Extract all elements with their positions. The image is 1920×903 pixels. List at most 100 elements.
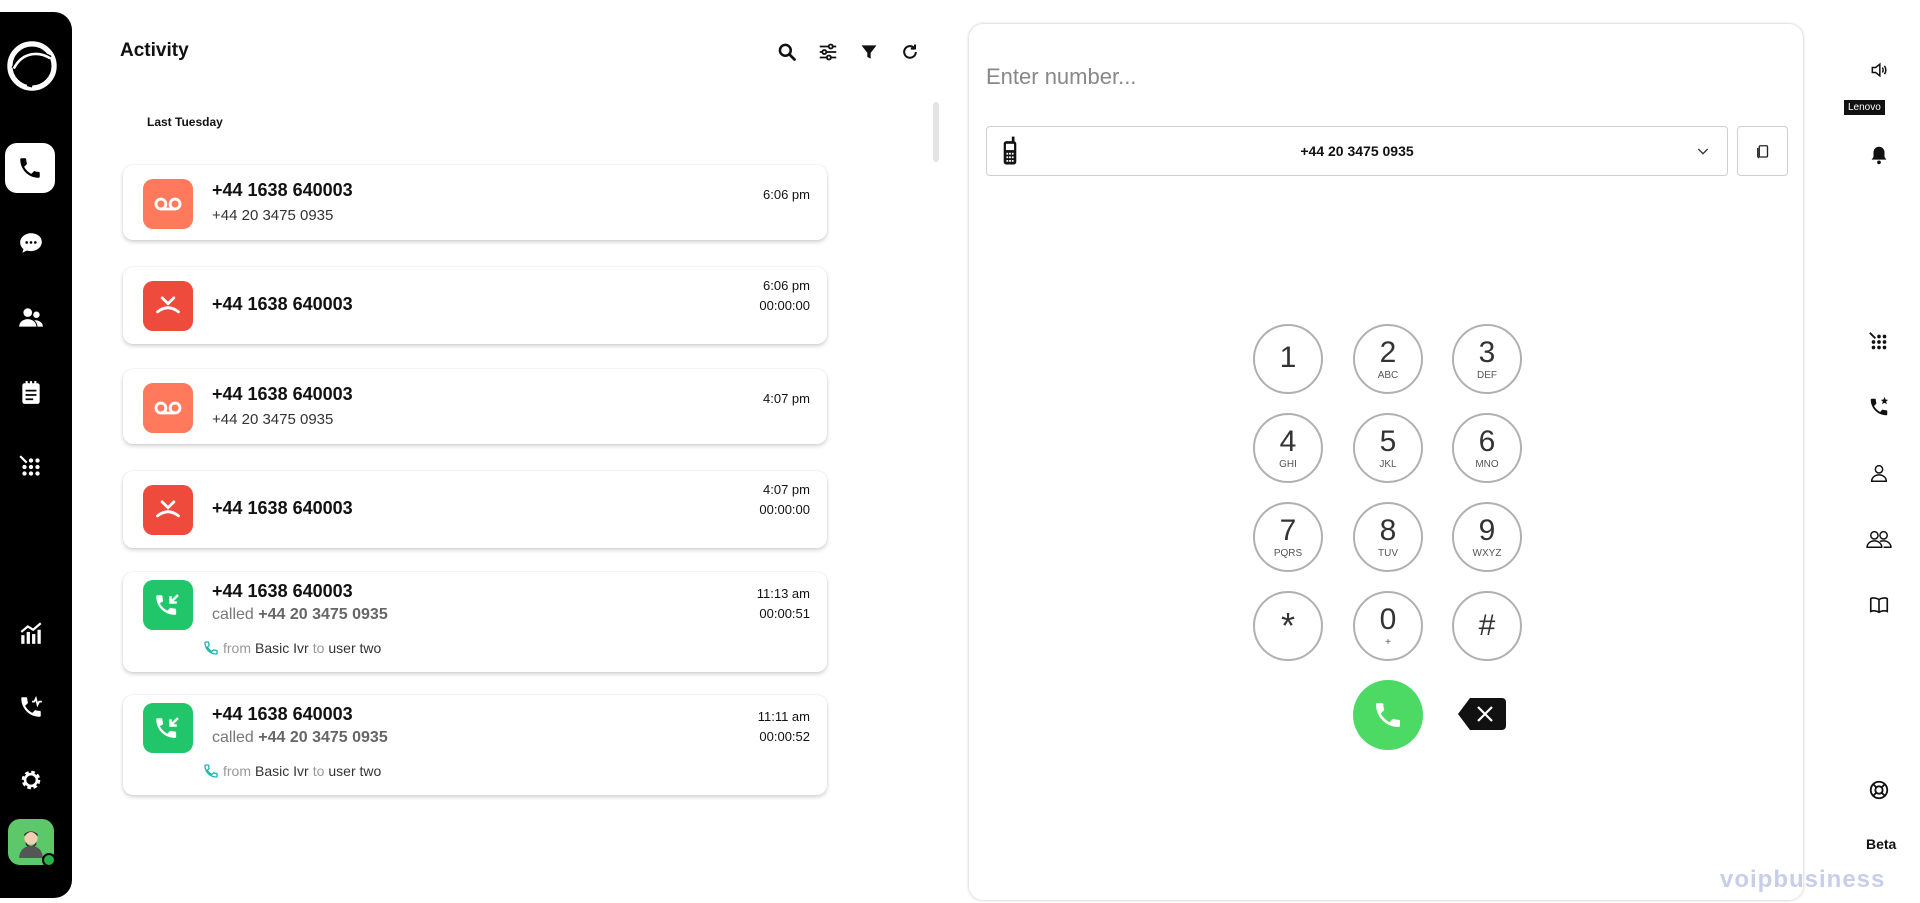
call-route-icon — [204, 764, 218, 778]
help-lifebuoy-icon[interactable] — [1866, 777, 1892, 803]
voicemail-icon — [143, 383, 193, 433]
call-time: 6:06 pm — [763, 278, 810, 293]
call-route-icon — [204, 641, 218, 655]
to-target: user two — [328, 640, 382, 656]
favorite-call-icon[interactable] — [1866, 394, 1892, 420]
to-target: user two — [328, 763, 382, 779]
key-3[interactable]: 3 DEF — [1452, 324, 1522, 394]
caller-id-select[interactable]: +44 20 3475 0935 — [986, 126, 1728, 176]
call-meta: 4:07 pm 00:00:00 — [759, 480, 810, 520]
speaker-icon[interactable] — [1866, 57, 1892, 83]
called-number: +44 20 3475 0935 — [258, 606, 388, 623]
call-time: 11:11 am — [757, 709, 810, 724]
nav-calls-icon[interactable] — [5, 143, 55, 193]
from-source: Basic Ivr — [255, 763, 309, 779]
call-duration: 00:00:51 — [759, 606, 810, 621]
to-label: to — [312, 640, 325, 656]
key-0[interactable]: 0 + — [1353, 591, 1423, 661]
filter-icon[interactable] — [857, 40, 881, 64]
key-4[interactable]: 4 GHI — [1253, 413, 1323, 483]
book-icon[interactable] — [1866, 592, 1892, 618]
call-log-item[interactable]: +44 1638 640003 +44 20 3475 0935 6:06 pm — [123, 165, 827, 240]
call-time: 4:07 pm — [763, 482, 810, 497]
right-rail: Lenovo Beta — [1830, 0, 1920, 903]
backspace-icon — [1458, 698, 1506, 730]
bell-icon[interactable] — [1866, 142, 1892, 168]
caller-number: +44 1638 640003 — [212, 704, 353, 724]
key-5[interactable]: 5 JKL — [1353, 413, 1423, 483]
number-input[interactable] — [986, 64, 1766, 90]
key-9[interactable]: 9 WXYZ — [1452, 502, 1522, 572]
key-8[interactable]: 8 TUV — [1353, 502, 1423, 572]
call-log-item[interactable]: +44 1638 640003 called +44 20 3475 0935 … — [123, 695, 827, 795]
search-icon[interactable] — [775, 40, 799, 64]
key-6[interactable]: 6 MNO — [1452, 413, 1522, 483]
key-7[interactable]: 7 PQRS — [1253, 502, 1323, 572]
to-label: to — [312, 763, 325, 779]
dialpad-icon[interactable] — [1866, 329, 1892, 355]
call-meta: 4:07 pm — [763, 389, 810, 409]
nav-notes-icon[interactable] — [6, 368, 56, 418]
key-1[interactable]: 1 — [1253, 324, 1323, 394]
caller-number: +44 1638 640003 — [212, 498, 353, 518]
from-label: from — [223, 763, 251, 779]
key-hash[interactable]: # — [1452, 591, 1522, 661]
call-duration: 00:00:00 — [759, 502, 810, 517]
activity-panel: Activity Last Tuesday +44 1638 640003 +4… — [120, 0, 940, 903]
caller-number: +44 1638 640003 — [212, 180, 353, 200]
dialer-panel: +44 20 3475 0935 1 2ABC 3DEF 4GHI 5JKL 6… — [969, 24, 1803, 900]
missed-call-icon — [143, 281, 193, 331]
voicemail-icon — [143, 179, 193, 229]
app-logo-icon[interactable] — [4, 38, 60, 94]
called-line: called +44 20 3475 0935 — [212, 729, 388, 747]
call-log-item[interactable]: +44 1638 640003 called +44 20 3475 0935 … — [123, 572, 827, 672]
call-time: 11:13 am — [756, 586, 810, 601]
missed-call-icon — [143, 485, 193, 535]
call-log-item[interactable]: +44 1638 640003 4:07 pm 00:00:00 — [123, 471, 827, 548]
call-meta: 11:13 am 00:00:51 — [757, 584, 810, 624]
callee-number: +44 20 3475 0935 — [212, 207, 334, 224]
caller-id-value: +44 20 3475 0935 — [1300, 143, 1414, 159]
called-number: +44 20 3475 0935 — [258, 729, 388, 746]
called-label: called — [212, 729, 254, 746]
backspace-button[interactable] — [1458, 696, 1508, 737]
sliders-icon[interactable] — [816, 40, 840, 64]
brand-watermark: voipbusiness — [1720, 866, 1886, 893]
device-label: Lenovo — [1844, 100, 1885, 115]
copy-icon — [1756, 145, 1768, 159]
beta-label: Beta — [1866, 836, 1897, 852]
user-icon[interactable] — [1866, 460, 1892, 486]
incoming-call-icon — [143, 703, 193, 753]
key-star[interactable]: * — [1253, 591, 1323, 661]
chevron-down-icon — [1695, 143, 1711, 164]
caller-number: +44 1638 640003 — [212, 294, 353, 314]
key-2[interactable]: 2 ABC — [1353, 324, 1423, 394]
online-status-icon — [42, 853, 56, 867]
call-meta: 6:06 pm 00:00:00 — [759, 276, 810, 316]
nav-analytics-icon[interactable] — [6, 608, 56, 658]
call-route: from Basic Ivr to user two — [203, 640, 381, 656]
nav-call-activity-icon[interactable] — [6, 682, 56, 732]
incoming-call-icon — [143, 580, 193, 630]
refresh-icon[interactable] — [898, 40, 922, 64]
call-log-item[interactable]: +44 1638 640003 6:06 pm 00:00:00 — [123, 267, 827, 344]
copy-button[interactable] — [1737, 126, 1788, 176]
nav-chat-icon[interactable] — [6, 218, 56, 268]
nav-contacts-icon[interactable] — [6, 293, 56, 343]
group-icon[interactable] — [1863, 526, 1895, 552]
callee-number: +44 20 3475 0935 — [212, 411, 334, 428]
left-nav — [0, 12, 72, 898]
call-time: 6:06 pm — [763, 187, 810, 202]
nav-settings-icon[interactable] — [6, 755, 56, 805]
call-button[interactable] — [1353, 680, 1423, 750]
call-time: 4:07 pm — [763, 391, 810, 406]
nav-dialpad-icon[interactable] — [6, 442, 56, 492]
from-source: Basic Ivr — [255, 640, 309, 656]
caller-number: +44 1638 640003 — [212, 384, 353, 404]
caller-number: +44 1638 640003 — [212, 581, 353, 601]
call-duration: 00:00:52 — [759, 729, 810, 744]
page-title: Activity — [120, 40, 189, 61]
call-log-item[interactable]: +44 1638 640003 +44 20 3475 0935 4:07 pm — [123, 369, 827, 444]
user-avatar[interactable] — [8, 819, 56, 867]
list-scrollbar[interactable] — [933, 102, 939, 162]
